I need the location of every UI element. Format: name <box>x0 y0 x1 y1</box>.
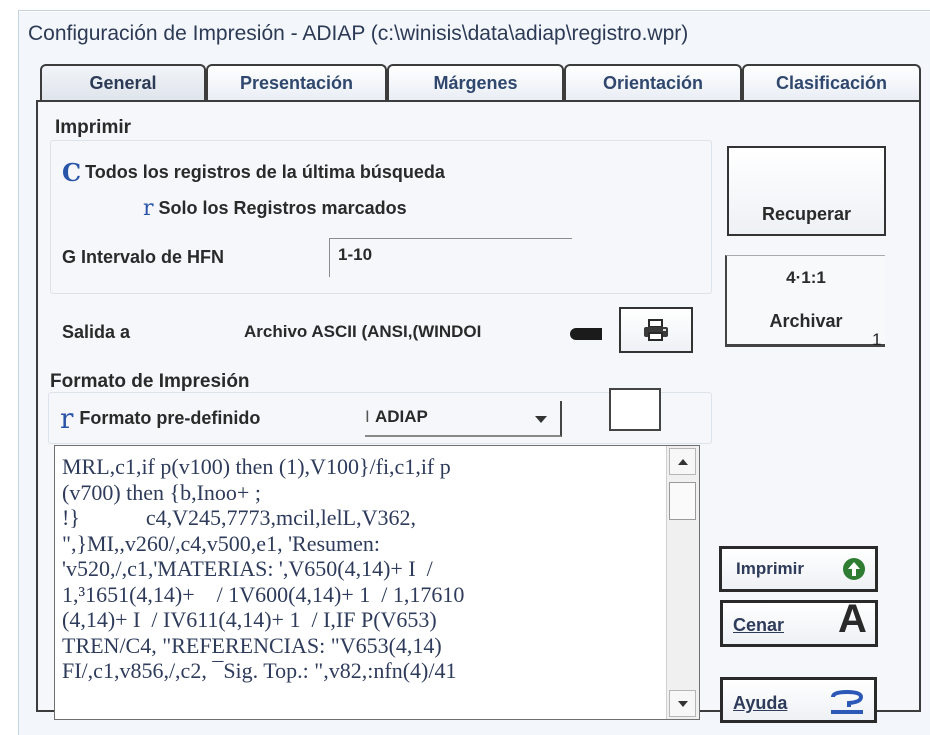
output-value: Archivo ASCII (ANSI,(WINDOI <box>244 322 482 341</box>
code-line: ",}MI,,v260/,c4,v500,e1, 'Resumen: <box>62 530 381 556</box>
chevron-up-icon <box>677 458 688 465</box>
ayuda-label: Ayuda <box>733 693 788 713</box>
code-line: 1,³1651(4,14)+ / 1V600(4,14)+ 1 / 1,1761… <box>62 581 465 607</box>
imprimir-label: Imprimir <box>736 559 805 578</box>
radio-predefined-label: Formato pre-definido <box>79 408 261 428</box>
radio-hfn-range[interactable]: G Intervalo de HFN <box>62 247 224 268</box>
printer-setup-button[interactable] <box>619 307 693 353</box>
format-select-prefix: I <box>365 407 370 426</box>
code-line: FI/,c1,v856,/,c2, ¯Sig. Top.: ",v82,:nfn… <box>62 658 457 683</box>
tab-orientacion[interactable]: Orientación <box>564 64 742 100</box>
radio-range-indicator: G <box>62 247 77 267</box>
format-select-value: ADIAP <box>375 407 428 426</box>
radio-range-label: Intervalo de HFN <box>81 247 225 267</box>
archivar-label: Archivar <box>769 311 843 331</box>
printer-icon <box>644 319 668 341</box>
scroll-up-button[interactable] <box>669 448 696 475</box>
radio-all-label: Todos los registros de la última búsqued… <box>85 162 445 182</box>
code-line: MRL,c1,if p(v100) then (1),V100}/fi,c1,i… <box>62 454 451 479</box>
archivar-button[interactable]: 4·1:1 Archivar <box>725 255 885 347</box>
tab-clasificacion[interactable]: Clasificación <box>742 64 921 100</box>
archivar-counter: 4·1:1 <box>786 268 826 287</box>
print-group-title: Imprimir <box>55 117 132 138</box>
radio-all-records[interactable]: C Todos los registros de la última búsqu… <box>62 158 445 187</box>
dropdown-arrow-icon <box>570 328 602 340</box>
hfn-range-input[interactable]: 1-10 <box>329 238 572 277</box>
radio-predefined-indicator: r <box>60 402 74 435</box>
cenar-icon: A <box>838 597 867 641</box>
tab-presentacion[interactable]: Presentación <box>206 64 387 100</box>
hfn-range-value: 1-10 <box>338 245 373 264</box>
archivar-suffix: 1 <box>872 330 882 349</box>
code-line: !} c4,V245,7773,mcil,lelL,V362, <box>62 505 416 530</box>
chevron-down-icon <box>677 700 688 707</box>
ayuda-button[interactable]: Ayuda <box>720 677 877 723</box>
code-line: 'v520,/,c1,'MATERIAS: ',V650(4,14)+ I / <box>62 556 433 581</box>
cenar-label: Cenar <box>733 615 785 635</box>
output-select[interactable]: Archivo ASCII (ANSI,(WINDOI <box>244 314 606 348</box>
format-group-title: Formato de Impresión <box>50 371 250 392</box>
imprimir-button[interactable]: Imprimir <box>719 546 878 592</box>
arrow-up-circle-icon <box>843 558 865 580</box>
radio-marked-indicator: r <box>143 196 154 221</box>
code-line: (4,14)+ I / IV611(4,14)+ 1 / I,IF P(V653… <box>62 607 437 632</box>
scroll-down-button[interactable] <box>669 690 696 717</box>
code-line: TREN/C4, "REFERENCIAS: "V653(4,14) <box>62 632 442 658</box>
code-line: (v700) then {b,Inoo+ ; <box>62 479 261 505</box>
recuperar-button[interactable]: Recuperar <box>727 146 886 236</box>
radio-marked-records[interactable]: r Solo los Registros marcados <box>143 196 407 221</box>
help-icon <box>831 690 864 714</box>
format-select[interactable]: I ADIAP <box>365 401 562 437</box>
recuperar-label: Recuperar <box>761 204 852 224</box>
radio-predefined-format[interactable]: r Formato pre-definido <box>60 402 260 435</box>
cenar-button[interactable]: Cenar A <box>720 597 878 647</box>
tab-margenes[interactable]: Márgenes <box>387 64 564 100</box>
format-extra-button[interactable] <box>609 388 661 431</box>
scroll-thumb[interactable] <box>669 482 696 520</box>
window-title: Configuración de Impresión - ADIAP (c:\w… <box>28 22 689 45</box>
radio-marked-label: Solo los Registros marcados <box>158 198 407 218</box>
tab-general[interactable]: General <box>40 64 206 100</box>
editor-scrollbar[interactable] <box>666 446 699 719</box>
output-label: Salida a <box>62 322 131 342</box>
chevron-down-icon <box>535 416 547 423</box>
format-code-editor[interactable]: MRL,c1,if p(v100) then (1),V100}/fi,c1,i… <box>54 445 700 720</box>
radio-all-indicator: C <box>62 158 82 187</box>
